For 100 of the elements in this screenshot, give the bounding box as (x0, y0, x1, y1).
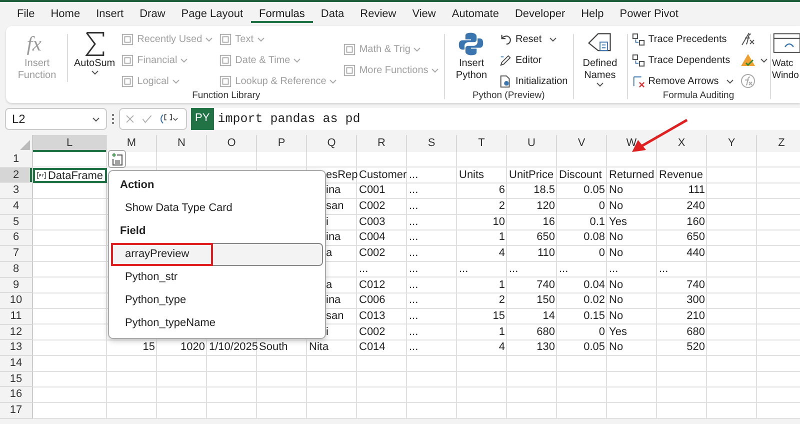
row-header[interactable]: 7 (0, 246, 33, 262)
document-gear-icon (499, 75, 512, 88)
row-header[interactable]: 9 (0, 278, 33, 294)
auditing-command-button[interactable]: Remove Arrows (632, 72, 734, 91)
insert-python-button[interactable]: Insert Python (446, 30, 496, 82)
row-header[interactable]: 17 (0, 403, 33, 419)
cancel-icon[interactable] (124, 113, 136, 125)
python-command-button[interactable]: Reset (499, 30, 568, 49)
name-box[interactable]: L2 (5, 108, 107, 130)
row-header[interactable]: 1 (0, 152, 33, 168)
caret-icon (329, 79, 338, 84)
row-header[interactable]: 3 (0, 183, 33, 200)
column-header[interactable]: U (507, 135, 557, 152)
row-header[interactable]: 2 (0, 168, 33, 184)
ribbon-tab[interactable]: Power Pivot (612, 5, 686, 23)
table-cell-text: C012 (358, 278, 386, 292)
column-header[interactable]: T (457, 135, 507, 152)
ribbon-tab[interactable]: Help (573, 5, 612, 23)
column-header[interactable]: Z (757, 135, 800, 152)
menu-item[interactable]: Python_str (111, 266, 323, 289)
table-cell-text: C004 (358, 230, 386, 246)
table-cell-text: a (325, 246, 334, 262)
auditing-command-button[interactable]: Trace Dependents (632, 51, 734, 70)
autosum-button[interactable]: AutoSum (71, 30, 118, 75)
column-header[interactable]: O (207, 135, 257, 152)
warning-icon[interactable] (740, 52, 756, 68)
row-header[interactable]: 5 (0, 214, 33, 230)
table-cell-text: 111 (687, 183, 706, 198)
row-header[interactable]: 10 (0, 293, 33, 309)
caret-icon (92, 116, 100, 122)
table-cell-text: 160 (686, 214, 706, 230)
menu-item[interactable]: arrayPreview (111, 243, 323, 266)
table-cell-text: ... (408, 278, 420, 292)
python-command-button[interactable]: Initialization (499, 72, 568, 91)
ribbon-tab[interactable]: Insert (88, 5, 132, 23)
row-header[interactable]: 16 (0, 387, 33, 403)
active-cell[interactable]: DataFrame (33, 168, 107, 184)
python-command-button[interactable]: Editor (499, 51, 568, 70)
row-header[interactable]: 8 (0, 262, 33, 278)
row-header[interactable]: 11 (0, 308, 33, 325)
insert-data-button[interactable] (108, 150, 126, 168)
ribbon-tab[interactable]: Draw (132, 5, 174, 23)
table-cell-text: ... (408, 183, 420, 198)
table-cell-text: 16 (542, 214, 556, 230)
table-cell-text: 650 (536, 230, 556, 246)
table-cell-text: C002 (358, 246, 386, 262)
show-formulas-icon[interactable] (740, 31, 756, 47)
ribbon-tab[interactable]: Page Layout (173, 5, 252, 23)
ribbon-tab[interactable]: Automate (444, 5, 507, 23)
column-header[interactable]: V (557, 135, 607, 152)
ribbon-tab[interactable]: View (404, 5, 444, 23)
column-header[interactable]: N (157, 135, 207, 152)
menu-item[interactable]: Python_type (111, 289, 323, 312)
table-cell-text: 0.08 (582, 230, 606, 246)
table-cell-text: ... (408, 214, 420, 230)
table-cell-text: Customer (358, 168, 407, 183)
table-cell-text: 2 (498, 293, 506, 308)
table-cell-text: ... (358, 262, 370, 277)
column-header[interactable]: S (407, 135, 457, 152)
column-header[interactable]: Y (707, 135, 757, 152)
ribbon-tab[interactable]: File (9, 5, 43, 23)
evaluate-formula-icon[interactable] (740, 73, 756, 89)
table-cell-text: C001 (358, 183, 386, 198)
ribbon-tab[interactable]: Developer (506, 5, 574, 23)
formula-field[interactable]: PY import pandas as pd (191, 108, 800, 130)
ribbon-tab[interactable]: Review (352, 5, 404, 23)
watch-window-button[interactable]: Watc Windo (772, 30, 800, 82)
column-header[interactable]: R (357, 135, 407, 152)
more-icon[interactable] (111, 112, 115, 126)
caret-icon (431, 68, 440, 73)
menu-item[interactable]: Show Data Type Card (111, 197, 323, 220)
ribbon-tab[interactable]: Formulas (251, 5, 313, 23)
enter-icon[interactable] (141, 113, 153, 125)
ribbon-tab[interactable]: Data (312, 5, 352, 23)
row-header[interactable]: 12 (0, 324, 33, 340)
column-header[interactable]: X (657, 135, 707, 152)
table-cell-text: No (608, 293, 624, 308)
row-header[interactable]: 14 (0, 356, 33, 372)
column-header[interactable]: P (257, 135, 307, 152)
ribbon-tab[interactable]: Home (42, 5, 88, 23)
defined-names-button[interactable]: Defined Names (574, 30, 625, 87)
row-header[interactable]: 15 (0, 372, 33, 388)
row-header[interactable]: 4 (0, 199, 33, 215)
caret-icon (172, 79, 180, 84)
menu-item[interactable]: Python_typeName (111, 312, 323, 335)
row-header[interactable]: 6 (0, 230, 33, 246)
python-output-icon[interactable] (158, 113, 180, 125)
table-cell-text: ... (458, 262, 470, 277)
table-cell-text: 1 (498, 230, 506, 246)
table-cell-text: C014 (358, 340, 386, 356)
remove-arrows-icon (632, 75, 646, 88)
auditing-command-button[interactable]: Trace Precedents (632, 30, 734, 49)
column-header[interactable]: L (33, 135, 107, 152)
table-cell-text: ina (325, 293, 342, 308)
table-cell-text: 120 (536, 199, 556, 214)
table-cell-text: Returned (608, 168, 656, 183)
table-cell-text: 0.05 (582, 340, 606, 356)
row-header[interactable]: 13 (0, 340, 33, 356)
table-cell-text: esRep (325, 168, 357, 183)
column-header[interactable]: Q (307, 135, 357, 152)
